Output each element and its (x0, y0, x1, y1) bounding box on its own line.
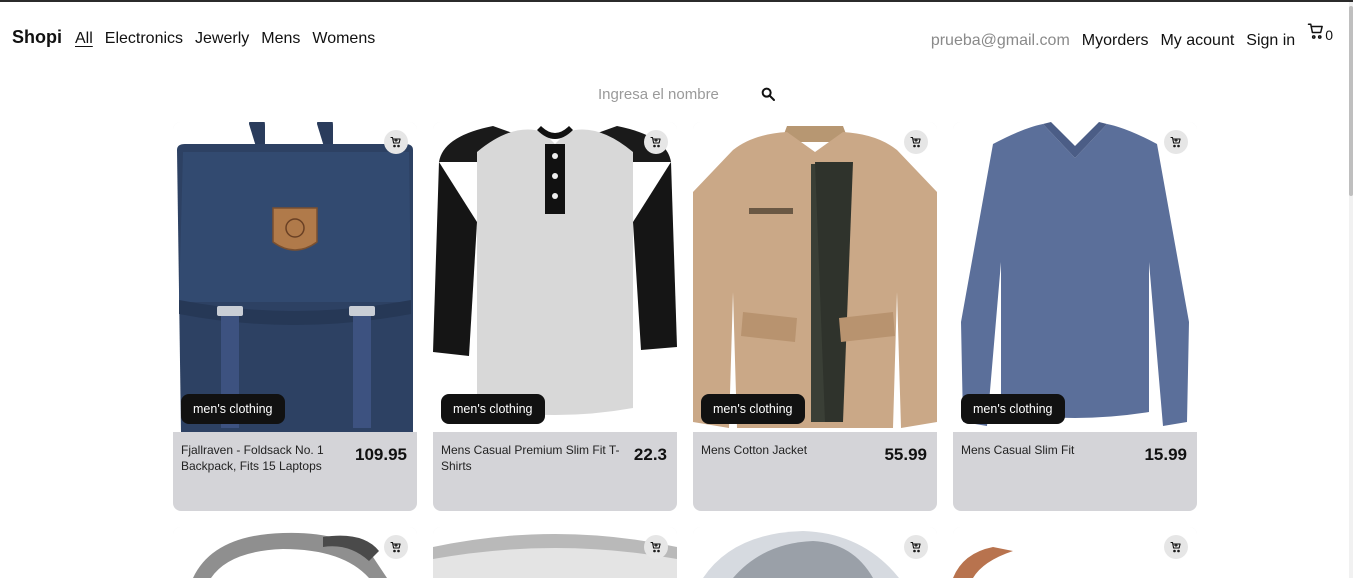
add-to-cart-button[interactable] (384, 130, 408, 154)
product-info: Mens Casual Slim Fit 15.99 (953, 432, 1197, 511)
add-to-cart-icon (650, 136, 661, 148)
product-image-backpack[interactable] (173, 122, 417, 432)
navbar: Shopi All Electronics Jewerly Mens Women… (0, 2, 1349, 68)
product-image-jacket[interactable] (693, 122, 937, 432)
product-title: Mens Casual Slim Fit (961, 443, 1075, 457)
category-badge: men's clothing (961, 394, 1065, 424)
scrollbar-thumb[interactable] (1349, 6, 1353, 196)
product-card[interactable] (173, 527, 417, 578)
product-card[interactable] (953, 527, 1197, 578)
add-to-cart-button[interactable] (644, 535, 668, 559)
vertical-scrollbar[interactable] (1349, 2, 1353, 578)
add-to-cart-button[interactable] (384, 535, 408, 559)
brand-logo[interactable]: Shopi (12, 27, 62, 48)
product-title: Mens Cotton Jacket (701, 443, 808, 457)
cart-button[interactable]: 0 (1307, 22, 1333, 43)
product-image-diamond-ring[interactable] (693, 527, 937, 578)
product-price: 15.99 (1144, 445, 1187, 464)
add-to-cart-button[interactable] (904, 130, 928, 154)
nav-category-all[interactable]: All (75, 30, 93, 48)
product-title: Mens Casual Premium Slim Fit T-Shirts (441, 443, 620, 473)
product-image-bracelet[interactable] (173, 527, 417, 578)
search-bar (590, 80, 790, 110)
product-image-earrings[interactable] (953, 527, 1197, 578)
nav-category-womens[interactable]: Womens (312, 30, 375, 48)
product-card[interactable] (693, 527, 937, 578)
product-price: 55.99 (884, 445, 927, 464)
nav-category-mens[interactable]: Mens (261, 30, 300, 48)
nav-category-electronics[interactable]: Electronics (105, 30, 183, 48)
add-to-cart-button[interactable] (904, 535, 928, 559)
product-price: 22.3 (633, 445, 667, 464)
product-image-ring[interactable] (433, 527, 677, 578)
user-email: prueba@gmail.com (930, 32, 1070, 49)
add-to-cart-icon (1170, 136, 1181, 148)
add-to-cart-icon (910, 541, 921, 553)
nav-sign-in[interactable]: Sign in (1246, 32, 1295, 50)
product-card[interactable] (433, 527, 677, 578)
product-title: Fjallraven - Foldsack No. 1 Backpack, Fi… (181, 443, 324, 473)
cart-icon (1307, 23, 1324, 39)
product-price: 109.95 (355, 445, 407, 464)
product-card[interactable]: men's clothing Mens Casual Premium Slim … (433, 122, 677, 511)
product-card[interactable]: men's clothing Fjallraven - Foldsack No.… (173, 122, 417, 511)
nav-category-jewelry[interactable]: Jewerly (195, 30, 249, 48)
product-info: Mens Casual Premium Slim Fit T-Shirts 22… (433, 432, 677, 511)
product-card[interactable]: men's clothing Mens Cotton Jacket 55.99 (693, 122, 937, 511)
category-badge: men's clothing (181, 394, 285, 424)
add-to-cart-icon (650, 541, 661, 553)
category-badge: men's clothing (441, 394, 545, 424)
product-info: Fjallraven - Foldsack No. 1 Backpack, Fi… (173, 432, 417, 511)
search-input[interactable] (590, 80, 748, 108)
product-info: Mens Cotton Jacket 55.99 (693, 432, 937, 511)
product-image-tshirt[interactable] (433, 122, 677, 432)
add-to-cart-icon (1170, 541, 1181, 553)
nav-right: prueba@gmail.com Myorders My acount Sign… (930, 23, 1333, 50)
add-to-cart-icon (910, 136, 921, 148)
add-to-cart-icon (390, 136, 401, 148)
product-image-longsleeve[interactable] (953, 122, 1197, 432)
add-to-cart-button[interactable] (644, 130, 668, 154)
nav-my-orders[interactable]: Myorders (1082, 32, 1149, 50)
add-to-cart-button[interactable] (1164, 535, 1188, 559)
add-to-cart-button[interactable] (1164, 130, 1188, 154)
product-card[interactable]: men's clothing Mens Casual Slim Fit 15.9… (953, 122, 1197, 511)
nav-left: Shopi All Electronics Jewerly Mens Women… (12, 27, 375, 48)
cart-count: 0 (1325, 27, 1333, 43)
add-to-cart-icon (390, 541, 401, 553)
category-badge: men's clothing (701, 394, 805, 424)
search-icon[interactable] (760, 86, 776, 102)
nav-my-account[interactable]: My acount (1160, 32, 1234, 50)
